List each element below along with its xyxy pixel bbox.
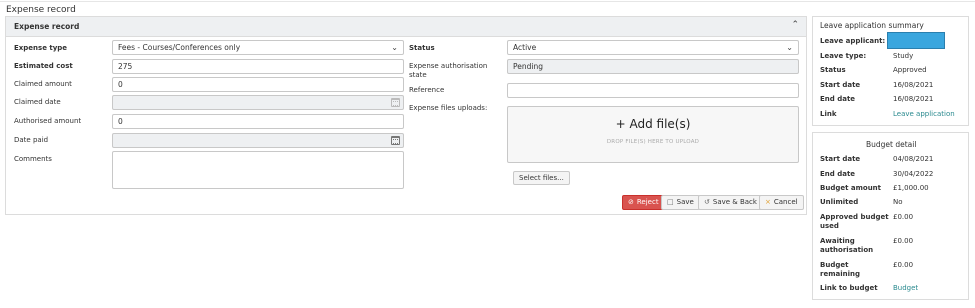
save-back-label: Save & Back [712, 198, 757, 206]
drop-hint: DROP FILE(S) HERE TO UPLOAD [606, 139, 700, 145]
estimated-cost-input[interactable]: 275 [112, 59, 404, 74]
claimed-amount-value: 0 [118, 80, 123, 89]
unlimited-label: Unlimited [820, 198, 859, 206]
select-files-label: Select files... [519, 174, 564, 182]
leave-status-value: Approved [893, 66, 927, 74]
cancel-button[interactable]: × Cancel [759, 195, 804, 210]
budget-link[interactable]: Budget [893, 284, 918, 293]
leave-link-label: Link [820, 110, 837, 118]
page-title: Expense record [6, 5, 76, 15]
status-value: Active [513, 43, 537, 52]
awaiting-auth-label-line1: Awaiting [820, 237, 855, 245]
unlimited-value: No [893, 198, 903, 206]
leave-start-value: 16/08/2021 [893, 81, 934, 89]
claimed-date-input [112, 95, 404, 110]
budget-end-label: End date [820, 170, 856, 178]
reject-button[interactable]: ⊘ Reject [622, 195, 665, 210]
budget-remaining-label-line2: remaining [820, 270, 860, 278]
auth-state-label-line1: Expense authorisation [409, 62, 488, 70]
calendar-icon [391, 98, 400, 107]
status-label: Status [409, 44, 435, 52]
estimated-cost-label: Estimated cost [14, 62, 73, 70]
budget-amount-value: £1,000.00 [893, 184, 929, 192]
budget-amount-label: Budget amount [820, 184, 882, 192]
auth-state-value: Pending [513, 62, 543, 71]
claimed-amount-label: Claimed amount [14, 80, 72, 88]
expense-type-label: Expense type [14, 44, 68, 52]
leave-end-label: End date [820, 95, 856, 103]
awaiting-auth-value: £0.00 [893, 237, 914, 245]
authorised-amount-input[interactable]: 0 [112, 114, 404, 129]
reject-label: Reject [636, 198, 659, 206]
close-icon: × [765, 198, 771, 206]
panel-title: Expense record [14, 22, 80, 31]
budget-start-label: Start date [820, 155, 861, 163]
claimed-date-label: Claimed date [14, 98, 61, 106]
link-to-budget-label: Link to budget [820, 284, 878, 292]
leave-start-label: Start date [820, 81, 861, 89]
approved-budget-value: £0.00 [893, 213, 914, 221]
claimed-amount-input[interactable]: 0 [112, 77, 404, 92]
authorised-amount-value: 0 [118, 117, 123, 126]
floppy-disk-icon: □ [667, 198, 674, 206]
comments-label: Comments [14, 155, 52, 163]
top-divider [0, 1, 975, 2]
auth-state-field: Pending [507, 59, 799, 74]
budget-detail-title: Budget detail [866, 140, 917, 149]
status-select[interactable]: Active ⌄ [507, 40, 799, 55]
budget-end-value: 30/04/2022 [893, 170, 934, 178]
leave-type-value: Study [893, 52, 914, 60]
chevron-up-icon[interactable]: ⌃ [791, 20, 799, 30]
reference-label: Reference [409, 86, 445, 94]
budget-remaining-label-line1: Budget [820, 261, 849, 269]
reference-input[interactable] [507, 83, 799, 98]
expense-type-value: Fees - Courses/Conferences only [118, 43, 241, 52]
cancel-label: Cancel [773, 198, 798, 206]
auth-state-label-line2: state [409, 71, 427, 79]
save-back-icon: ↺ [704, 198, 710, 206]
ban-icon: ⊘ [628, 198, 634, 206]
authorised-amount-label: Authorised amount [14, 117, 82, 125]
leave-status-label: Status [820, 66, 846, 74]
save-label: Save [676, 198, 694, 206]
save-back-button[interactable]: ↺ Save & Back [698, 195, 763, 210]
estimated-cost-value: 275 [118, 62, 133, 71]
awaiting-auth-label-line2: authorisation [820, 246, 874, 254]
approved-budget-label-line1: Approved budget [820, 213, 889, 221]
leave-end-value: 16/08/2021 [893, 95, 934, 103]
select-files-button[interactable]: Select files... [513, 171, 570, 185]
date-paid-label: Date paid [14, 136, 49, 144]
chevron-down-icon: ⌄ [391, 43, 398, 52]
uploads-label: Expense files uploads: [409, 104, 488, 112]
chevron-down-icon: ⌄ [786, 43, 793, 52]
budget-start-value: 04/08/2021 [893, 155, 934, 163]
budget-remaining-value: £0.00 [893, 261, 914, 269]
expense-type-select[interactable]: Fees - Courses/Conferences only ⌄ [112, 40, 404, 55]
redacted-applicant-name [887, 32, 945, 49]
leave-application-link[interactable]: Leave application [893, 110, 955, 119]
approved-budget-label-line2: used [820, 222, 839, 230]
comments-textarea[interactable] [112, 151, 404, 189]
add-files-text[interactable]: + Add file(s) [508, 117, 798, 131]
calendar-icon[interactable] [391, 136, 400, 145]
leave-type-label: Leave type: [820, 52, 867, 60]
leave-summary-title: Leave application summary [820, 21, 924, 30]
save-button[interactable]: □ Save [661, 195, 700, 210]
leave-applicant-label: Leave applicant: [820, 37, 886, 45]
date-paid-input[interactable] [112, 133, 404, 148]
panel-header[interactable]: Expense record ⌃ [6, 17, 806, 37]
file-dropzone[interactable]: + Add file(s) DROP FILE(S) HERE TO UPLOA… [507, 106, 799, 163]
